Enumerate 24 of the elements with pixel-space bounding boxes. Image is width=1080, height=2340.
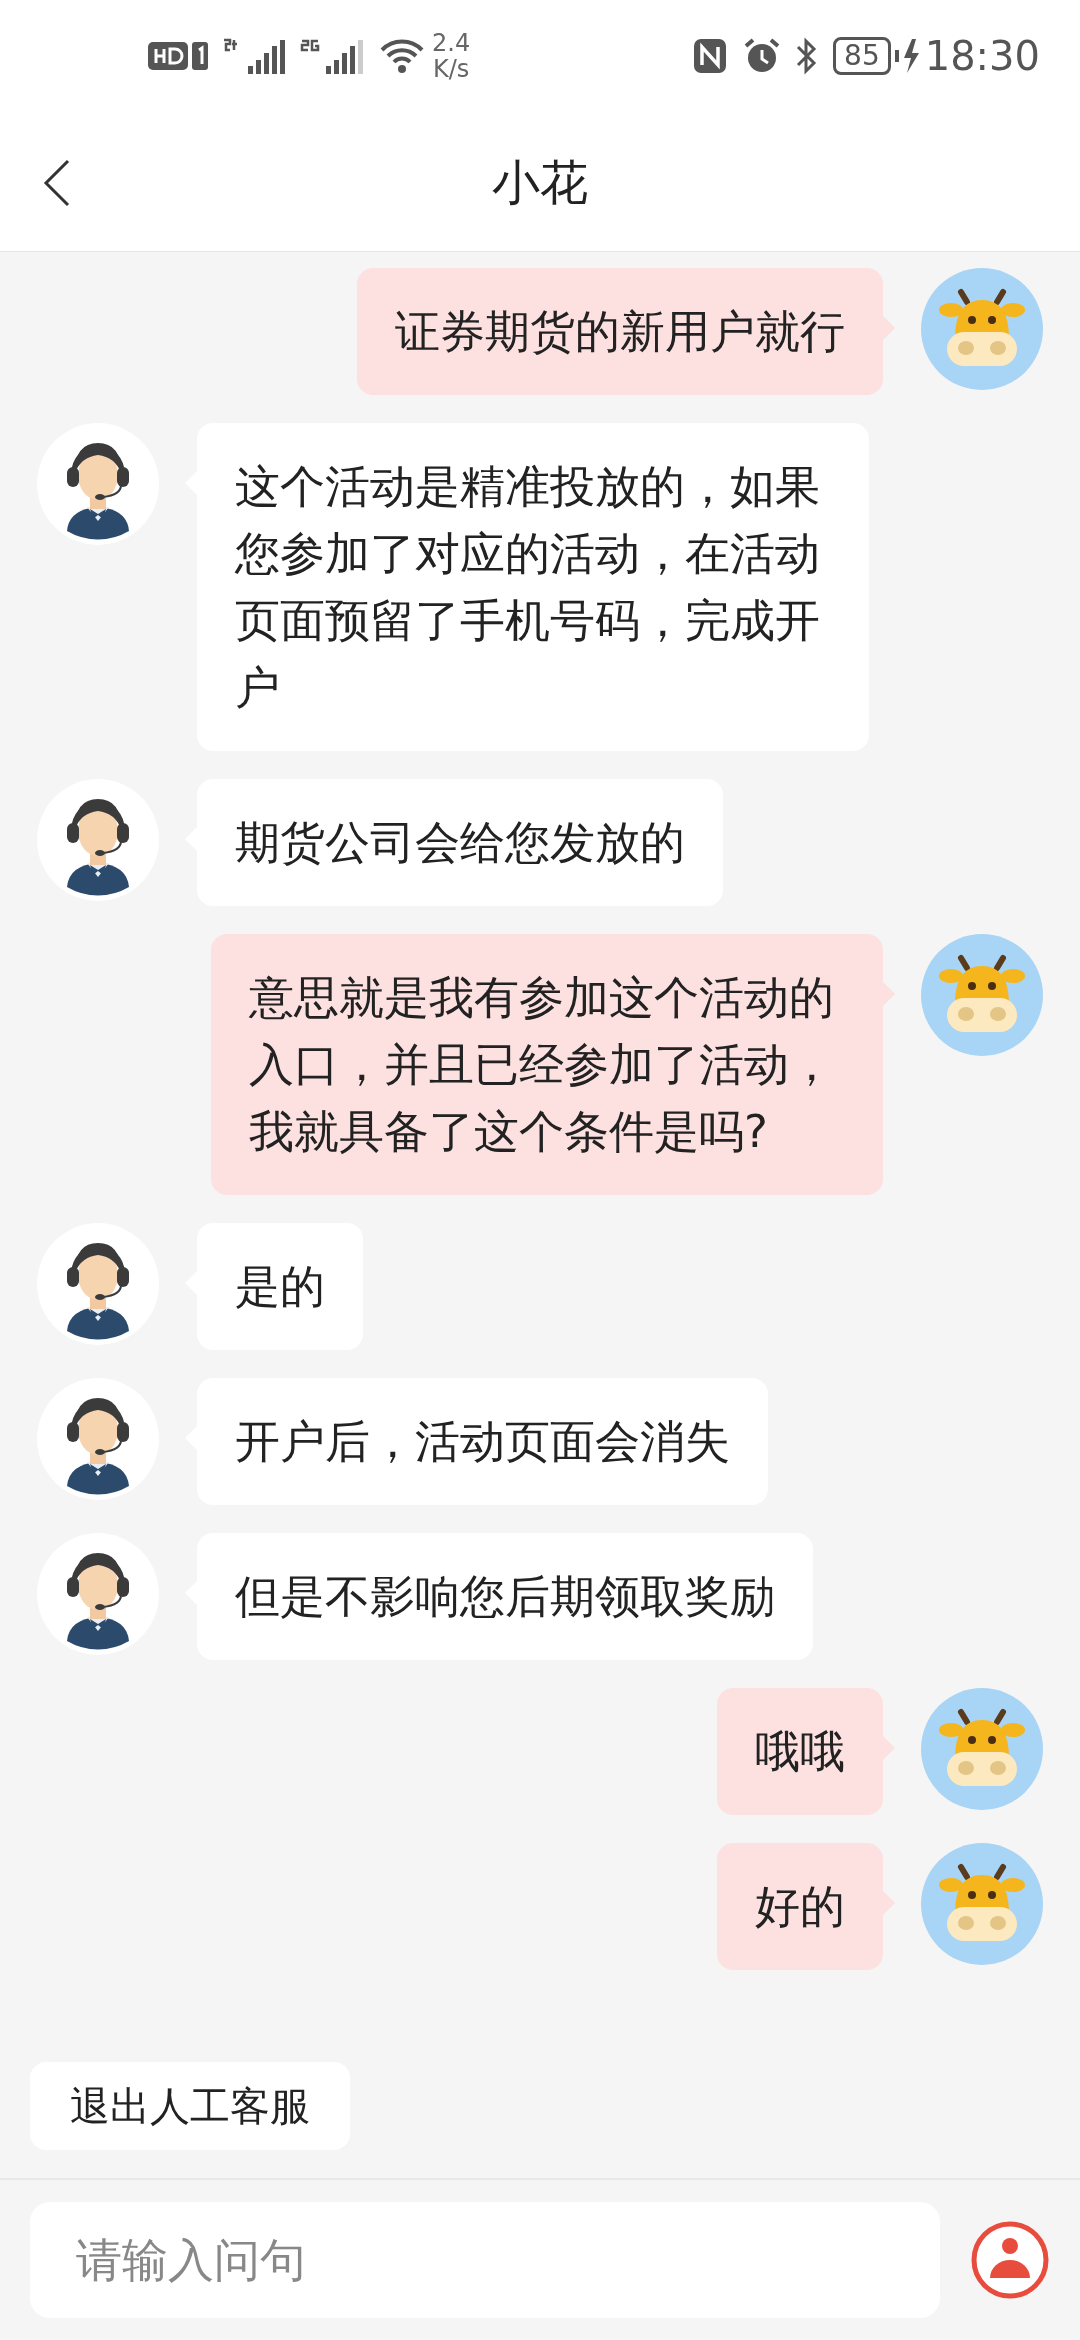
person-button[interactable] (970, 2220, 1050, 2300)
agent-message: 期货公司会给您发放的 (197, 779, 723, 906)
agent-message: 开户后，活动页面会消失 (197, 1378, 768, 1505)
network-speed-unit: K/s (432, 56, 471, 82)
charging-icon (894, 37, 921, 75)
chat-title: 小花 (492, 152, 588, 212)
alarm-icon (743, 37, 782, 75)
user-message: 意思就是我有参加这个活动的入口，并且已经参加了活动，我就具备了这个条件是吗? (211, 934, 883, 1195)
bluetooth-icon (795, 37, 818, 75)
user-message: 哦哦 (717, 1688, 883, 1815)
agent-message: 但是不影响您后期领取奖励 (197, 1533, 813, 1660)
wifi-icon (380, 38, 424, 74)
network-speed: 2.4 (432, 30, 471, 56)
user-message: 好的 (717, 1843, 883, 1970)
battery-icon: 85 (833, 37, 891, 75)
agent-message: 这个活动是精准投放的，如果您参加了对应的活动，在活动页面预留了手机号码，完成开户 (197, 423, 869, 751)
question-input[interactable]: 请输入问句 (30, 2202, 940, 2318)
signal-icon (222, 36, 288, 76)
exit-agent-button[interactable]: 退出人工客服 (30, 2062, 350, 2150)
hd-sim-icon (148, 40, 208, 72)
user-message: 证券期货的新用户就行 (357, 268, 883, 395)
agent-message: 是的 (197, 1223, 363, 1350)
status-time: 18:30 (924, 32, 1040, 81)
nfc-icon (693, 38, 728, 74)
